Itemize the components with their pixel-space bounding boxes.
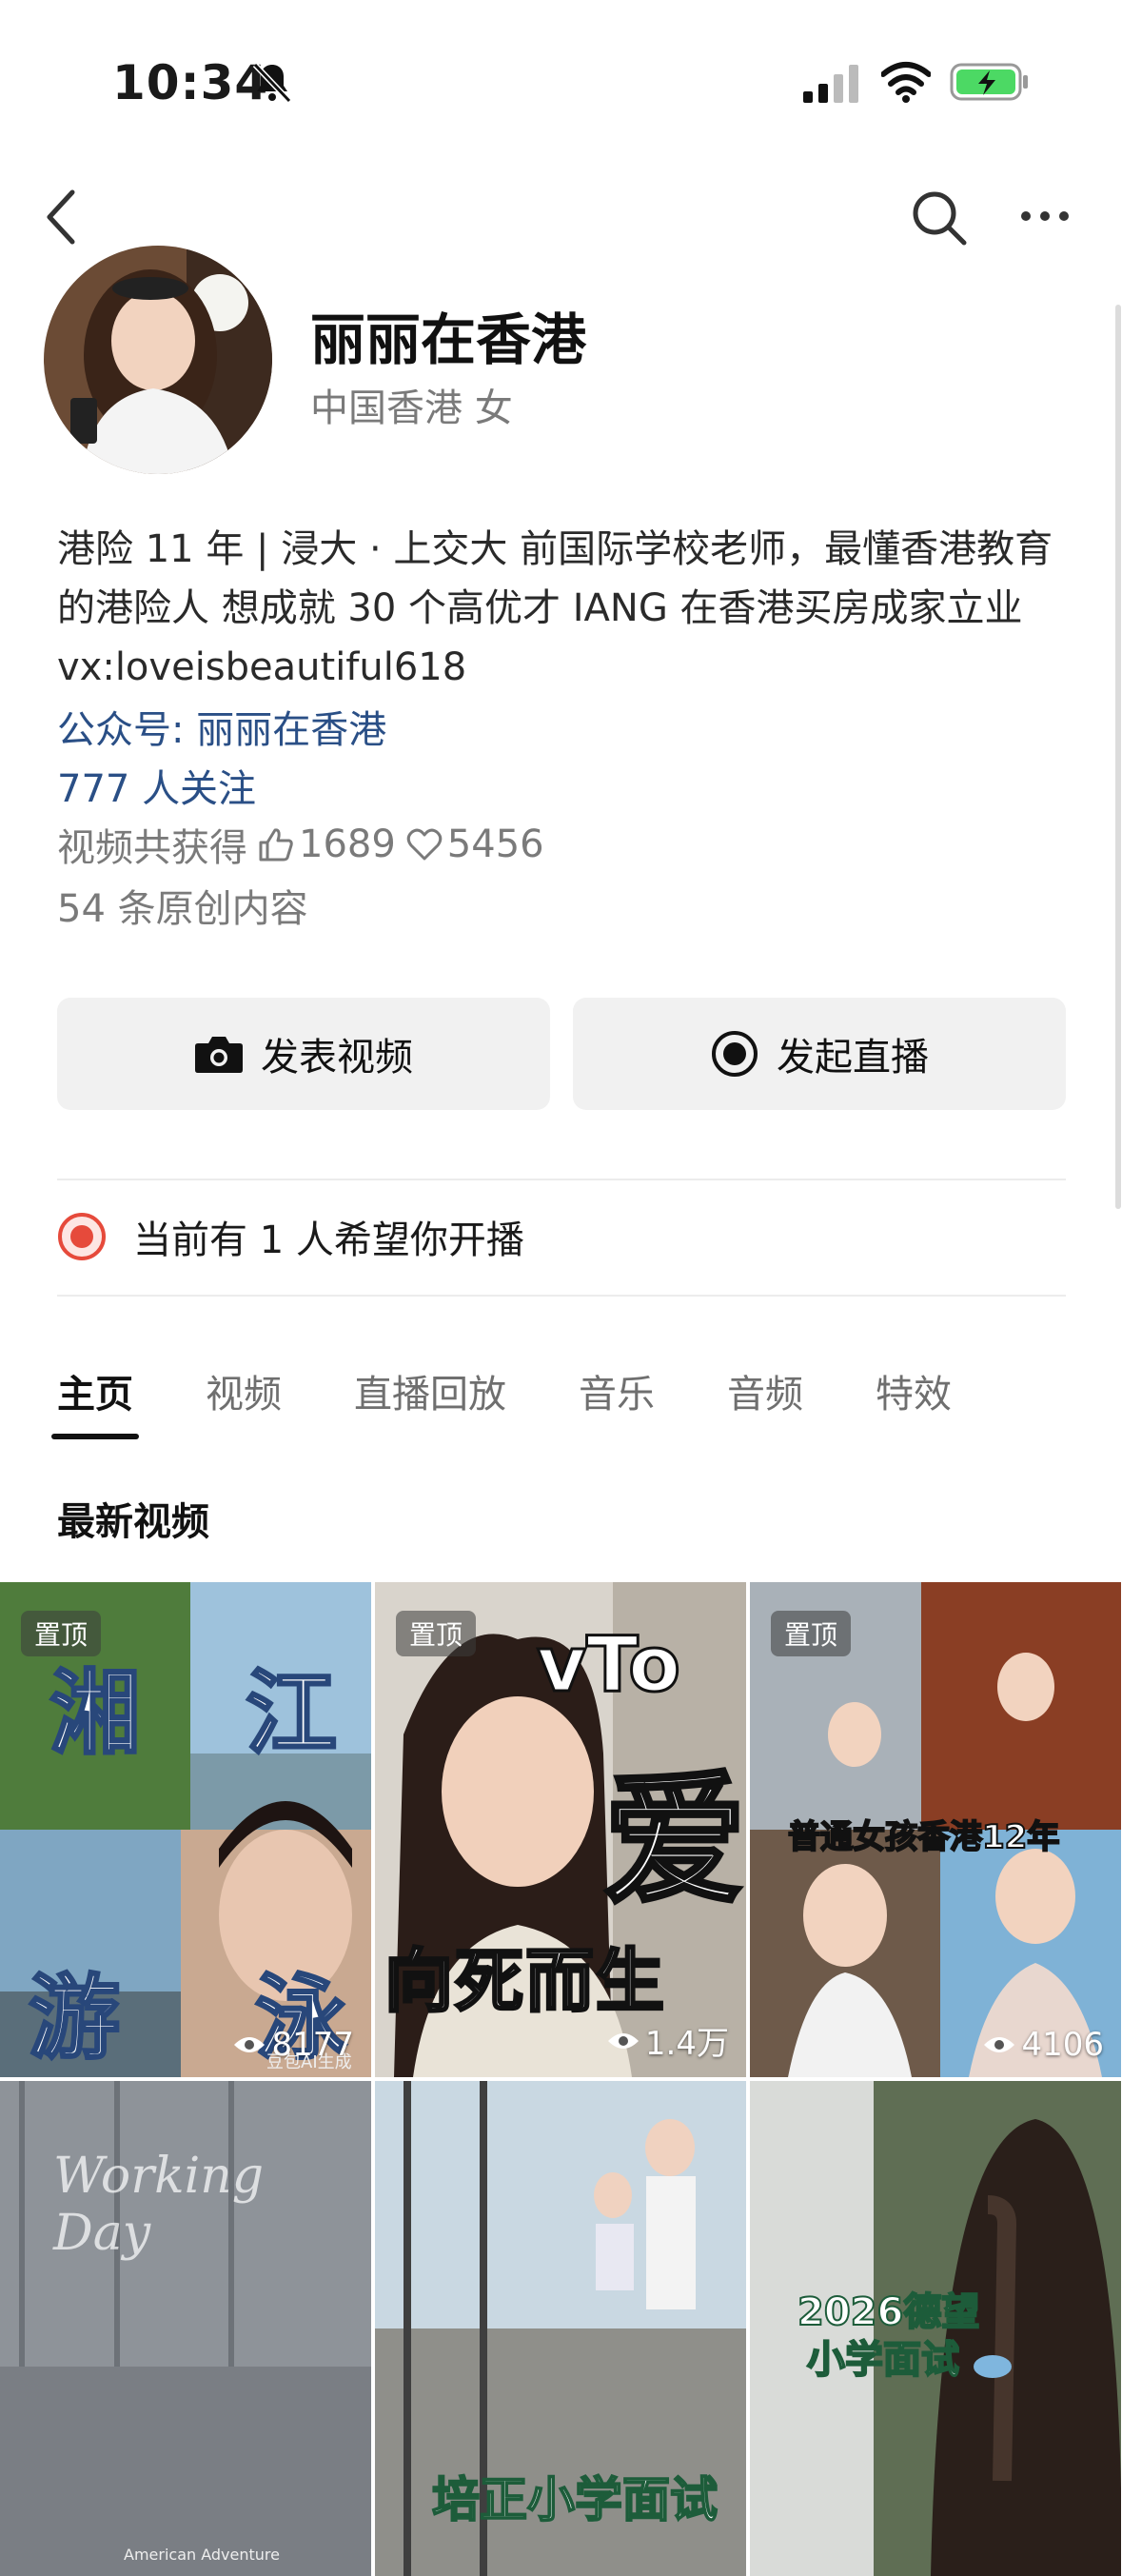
chevron-left-icon[interactable]	[42, 187, 80, 248]
profile-name: 丽丽在香港	[310, 307, 587, 372]
pinned-badge: 置顶	[396, 1611, 477, 1656]
video-overlay-text: 小学面试	[806, 2337, 960, 2383]
view-count: 4106	[983, 2026, 1104, 2064]
video-overlay-text: 培正小学面试	[431, 2471, 718, 2528]
profile-bio: 港险 11 年 | 浸大 · 上交大 前国际学校老师，最懂香港教育的港险人 想成…	[57, 527, 1053, 689]
video-thumbnail[interactable]: Working Day American Adventure	[0, 2081, 371, 2576]
likes-count: 1689	[299, 822, 396, 866]
bell-muted-icon	[252, 62, 292, 104]
post-video-label: 发表视频	[261, 1036, 413, 1080]
thumbs-up-icon	[259, 828, 293, 862]
tab-home[interactable]: 主页	[51, 1363, 139, 1439]
pinned-badge: 置顶	[771, 1611, 852, 1656]
eye-icon	[234, 2037, 266, 2052]
heart-icon	[406, 828, 443, 861]
eye-icon	[607, 2032, 639, 2049]
post-video-button[interactable]: 发表视频	[57, 998, 550, 1110]
video-overlay-text: 爱	[601, 1756, 746, 1926]
section-title: 最新视频	[57, 1500, 209, 1544]
live-request-text: 当前有 1 人希望你开播	[133, 1219, 524, 1262]
view-count-value: 1.4万	[644, 2025, 729, 2063]
video-thumbnail[interactable]: 培正小学面试	[375, 2081, 746, 2576]
tab-music[interactable]: 音乐	[579, 1363, 655, 1418]
scrollbar[interactable]	[1115, 305, 1121, 1209]
divider	[57, 1179, 1066, 1180]
live-record-icon	[712, 1031, 758, 1077]
start-live-label: 发起直播	[777, 1036, 929, 1080]
original-content-count: 54 条原创内容	[57, 887, 308, 931]
followers-link[interactable]: 777 人关注	[57, 758, 256, 813]
status-time: 10:34	[112, 55, 269, 110]
camera-icon	[195, 1037, 243, 1073]
video-overlay-text: 普通女孩香港12年	[787, 1817, 1060, 1857]
video-overlay-text: 湘	[49, 1659, 143, 1769]
live-record-icon	[58, 1213, 106, 1260]
stats-label: 视频共获得	[57, 826, 247, 870]
video-thumbnail[interactable]: 普通女孩香港12年 置顶 4106	[750, 1582, 1121, 2077]
profile-location-gender: 中国香港 女	[310, 386, 513, 430]
live-request-row[interactable]: 当前有 1 人希望你开播	[57, 1209, 524, 1264]
wifi-icon	[881, 62, 931, 103]
video-overlay-text: 江	[245, 1659, 339, 1769]
video-overlay-text: 向死而生	[383, 1940, 667, 2023]
official-account-link[interactable]: 公众号: 丽丽在香港	[57, 699, 386, 754]
profile-tabs: 主页 视频 直播回放 音乐 音频 特效	[51, 1363, 1024, 1439]
video-stats: 视频共获得 1689 5456	[57, 817, 544, 872]
video-overlay-text: 游	[28, 1964, 122, 2073]
view-count: 1.4万	[607, 2017, 729, 2064]
hearts-count: 5456	[446, 822, 544, 866]
eye-icon	[984, 2037, 1015, 2052]
avatar[interactable]	[44, 246, 272, 474]
cellular-signal-icon	[803, 65, 858, 103]
battery-charging-icon	[950, 63, 1028, 101]
video-thumbnail[interactable]: 湘 江 游 泳 置顶 8177 豆包AI生成	[0, 1582, 371, 2077]
tab-audio[interactable]: 音频	[727, 1363, 803, 1418]
video-caption: American Adventure	[124, 2546, 280, 2564]
ai-caption: 豆包AI生成	[266, 2052, 352, 2072]
more-icon[interactable]	[1020, 204, 1070, 228]
search-icon[interactable]	[910, 188, 969, 248]
video-thumbnail[interactable]: vTo 爱 向死而生 置顶 1.4万	[375, 1582, 746, 2077]
tab-live-replay[interactable]: 直播回放	[354, 1363, 506, 1418]
tab-videos[interactable]: 视频	[206, 1363, 282, 1418]
start-live-button[interactable]: 发起直播	[573, 998, 1066, 1110]
view-count-value: 4106	[1021, 2026, 1104, 2064]
divider	[57, 1295, 1066, 1297]
video-thumbnail[interactable]: 2026德望 小学面试	[750, 2081, 1121, 2576]
video-overlay-text: Working Day	[53, 2148, 264, 2262]
video-overlay-text: vTo	[535, 1619, 681, 1711]
tab-effects[interactable]: 特效	[876, 1363, 952, 1418]
pinned-badge: 置顶	[21, 1611, 102, 1656]
